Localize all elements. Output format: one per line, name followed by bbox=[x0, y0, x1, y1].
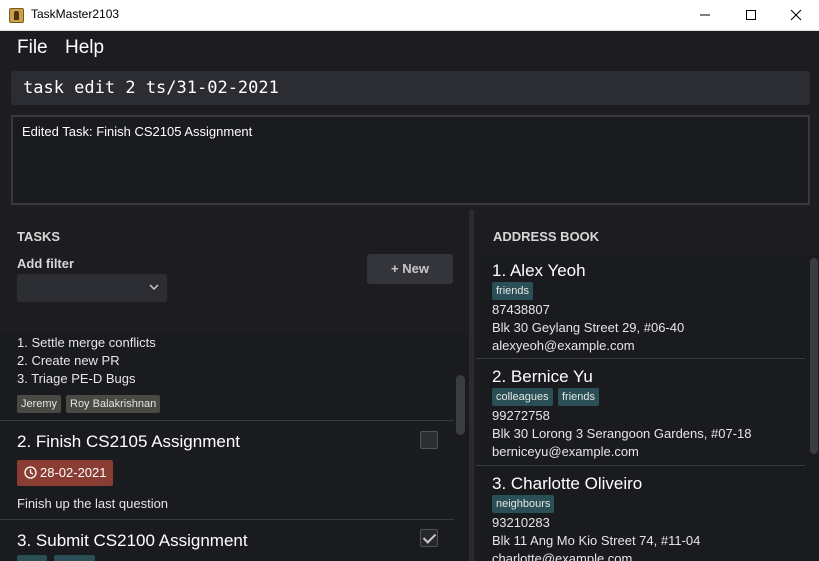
date-text: 28-02-2021 bbox=[40, 465, 107, 480]
subtask-item: 3. Triage PE-D Bugs bbox=[17, 371, 136, 386]
person-name: 2. Bernice Yu bbox=[492, 367, 593, 386]
app-icon bbox=[9, 8, 24, 23]
tag-chip: friends bbox=[492, 282, 534, 300]
task-card[interactable]: 3. Submit CS2100 Assignment bbox=[0, 521, 454, 561]
person-name: 3. Charlotte Oliveiro bbox=[492, 474, 643, 493]
maximize-icon bbox=[746, 10, 756, 20]
subtask-item: 2. Create new PR bbox=[17, 353, 120, 368]
address-book-title: ADDRESS BOOK bbox=[493, 229, 600, 244]
new-task-button[interactable]: + New bbox=[367, 254, 453, 284]
window-title: TaskMaster2103 bbox=[31, 7, 120, 21]
task-card[interactable]: 1. Settle merge conflicts 2. Create new … bbox=[0, 333, 454, 421]
person-card[interactable]: 2. Bernice Yu colleagues friends 9927275… bbox=[476, 360, 805, 466]
command-input[interactable]: task edit 2 ts/31-02-2021 bbox=[11, 71, 810, 105]
chevron-down-icon bbox=[149, 284, 159, 291]
task-title: 3. Submit CS2100 Assignment bbox=[17, 531, 248, 550]
tag-chip bbox=[17, 555, 47, 561]
tasks-title: TASKS bbox=[17, 229, 61, 244]
task-description: Finish up the last question bbox=[17, 496, 169, 511]
task-card[interactable]: 2. Finish CS2105 Assignment 28-02-2021 F… bbox=[0, 422, 454, 520]
filter-dropdown[interactable] bbox=[17, 274, 167, 302]
person-phone: 99272758 bbox=[492, 408, 550, 423]
checkbox-icon[interactable] bbox=[420, 431, 438, 449]
person-phone: 93210283 bbox=[492, 515, 550, 530]
person-address: Blk 30 Lorong 3 Serangoon Gardens, #07-1… bbox=[492, 426, 752, 441]
person-email: berniceyu@example.com bbox=[492, 444, 639, 459]
panel-divider[interactable] bbox=[469, 210, 474, 561]
person-chip: Roy Balakrishnan bbox=[66, 395, 161, 413]
person-card[interactable]: 3. Charlotte Oliveiro neighbours 9321028… bbox=[476, 467, 805, 561]
address-book-list: 1. Alex Yeoh friends 87438807 Blk 30 Gey… bbox=[476, 254, 819, 561]
result-display: Edited Task: Finish CS2105 Assignment bbox=[11, 115, 810, 205]
checkbox-icon[interactable] bbox=[420, 529, 438, 547]
person-chip: Jeremy bbox=[17, 395, 62, 413]
menu-help[interactable]: Help bbox=[65, 37, 104, 59]
close-button[interactable] bbox=[773, 0, 819, 30]
person-name: 1. Alex Yeoh bbox=[492, 261, 586, 280]
filter-label: Add filter bbox=[17, 256, 75, 271]
address-book-scrollbar[interactable] bbox=[810, 258, 818, 454]
person-email: charlotte@example.com bbox=[492, 551, 633, 561]
tag-chip: friends bbox=[558, 388, 600, 406]
date-badge: 28-02-2021 bbox=[17, 460, 113, 486]
menu-bar: File Help bbox=[0, 31, 819, 66]
tag-chip: neighbours bbox=[492, 495, 555, 513]
tag-chip bbox=[54, 555, 95, 561]
clock-icon bbox=[24, 466, 37, 479]
person-phone: 87438807 bbox=[492, 302, 550, 317]
title-bar: TaskMaster2103 bbox=[0, 0, 819, 31]
minimize-button[interactable] bbox=[682, 0, 728, 30]
minimize-icon bbox=[700, 14, 710, 16]
close-icon bbox=[790, 9, 802, 21]
menu-file[interactable]: File bbox=[17, 37, 48, 59]
task-list: 1. Settle merge conflicts 2. Create new … bbox=[0, 333, 469, 561]
tag-chip: colleagues bbox=[492, 388, 553, 406]
result-text: Edited Task: Finish CS2105 Assignment bbox=[22, 124, 253, 139]
person-address: Blk 11 Ang Mo Kio Street 74, #11-04 bbox=[492, 533, 701, 548]
task-title: 2. Finish CS2105 Assignment bbox=[17, 432, 241, 451]
maximize-button[interactable] bbox=[728, 0, 774, 30]
person-card[interactable]: 1. Alex Yeoh friends 87438807 Blk 30 Gey… bbox=[476, 254, 805, 359]
person-email: alexyeoh@example.com bbox=[492, 338, 635, 353]
person-address: Blk 30 Geylang Street 29, #06-40 bbox=[492, 320, 685, 335]
task-list-scrollbar[interactable] bbox=[456, 375, 465, 435]
subtask-item: 1. Settle merge conflicts bbox=[17, 335, 156, 350]
